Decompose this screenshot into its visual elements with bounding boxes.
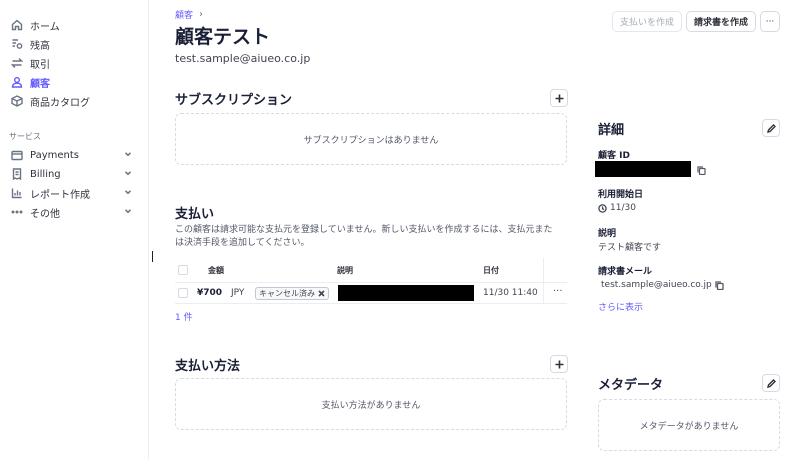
customer-email: test.sample@aiueo.co.jp: [175, 52, 311, 65]
balance-icon: [11, 38, 23, 50]
invoice-email-label: 請求書メール: [598, 267, 653, 277]
payment-amount: ¥700: [197, 288, 223, 298]
sidebar-item-label: 商品カタログ: [30, 97, 90, 109]
select-all-checkbox[interactable]: [178, 265, 188, 275]
create-payment-button[interactable]: 支払いを作成: [611, 11, 682, 32]
customer-id-label: 顧客 ID: [598, 151, 630, 161]
metadata-title: メタデータ: [598, 378, 664, 393]
payment-date: 11/30 11:40: [483, 288, 538, 298]
sidebar-item-billing[interactable]: Billing: [11, 165, 137, 183]
chart-icon: [11, 187, 23, 199]
edit-metadata-button[interactable]: [762, 374, 780, 392]
page-title: 顧客テスト: [175, 26, 271, 48]
sidebar-item-label: ホーム: [30, 21, 60, 33]
show-more-link[interactable]: さらに表示: [598, 300, 643, 313]
breadcrumb: 顧客 ›: [175, 8, 203, 21]
chevron-down-icon: [123, 206, 133, 216]
text-cursor: [152, 251, 153, 262]
breadcrumb-separator: ›: [199, 9, 204, 20]
transfer-icon: [11, 57, 23, 69]
add-subscription-button[interactable]: [550, 89, 568, 107]
pencil-icon: [766, 378, 776, 388]
add-payment-method-button[interactable]: [550, 355, 568, 373]
create-invoice-button[interactable]: 請求書を作成: [685, 11, 756, 32]
dots-icon: [11, 206, 23, 218]
row-checkbox[interactable]: [178, 288, 188, 298]
description-label: 説明: [598, 229, 617, 239]
subscriptions-empty: サブスクリプションはありません: [175, 113, 567, 165]
chevron-down-icon: [123, 187, 133, 197]
metadata-empty: メタデータがありません: [598, 399, 780, 451]
payment-methods-empty: 支払い方法がありません: [175, 378, 567, 430]
sidebar-item-home[interactable]: ホーム: [11, 16, 137, 34]
close-icon: [318, 290, 325, 297]
sidebar-item-customers[interactable]: 顧客: [11, 73, 137, 91]
home-icon: [11, 19, 23, 31]
sidebar: ホーム 残高 取引 顧客 商品カタログ サービス Payments Billin…: [0, 0, 149, 459]
redacted-description: [338, 285, 474, 301]
copy-icon[interactable]: [715, 280, 724, 290]
sidebar-section-label: サービス: [9, 132, 41, 141]
chevron-down-icon: [123, 149, 133, 159]
clock-icon: [598, 203, 607, 213]
details-title: 詳細: [598, 123, 625, 138]
status-badge-label: キャンセル済み: [259, 289, 315, 298]
payments-description: この顧客は請求可能な支払元を登録していません。新しい支払いを作成するには、支払元…: [175, 225, 553, 248]
plus-icon: [555, 360, 563, 368]
more-actions-button[interactable]: ···: [760, 11, 780, 32]
sidebar-item-payments[interactable]: Payments: [11, 146, 137, 164]
status-badge: キャンセル済み: [255, 287, 329, 300]
invoice-icon: [11, 168, 23, 180]
column-description: 説明: [337, 266, 353, 275]
payments-count[interactable]: 1 件: [175, 310, 193, 323]
wallet-icon: [11, 149, 23, 161]
sidebar-item-more[interactable]: その他: [11, 203, 137, 221]
since-value-row: 11/30: [598, 203, 636, 213]
box-icon: [11, 95, 23, 107]
sidebar-item-label: 残高: [30, 40, 50, 52]
payments-title: 支払い: [175, 207, 215, 222]
sidebar-item-balance[interactable]: 残高: [11, 35, 137, 53]
sidebar-item-label: 顧客: [30, 78, 50, 90]
breadcrumb-customers-link[interactable]: 顧客: [175, 8, 193, 21]
sidebar-item-label: 取引: [30, 59, 50, 71]
sidebar-item-transactions[interactable]: 取引: [11, 54, 137, 72]
header-actions: 支払いを作成 請求書を作成 ···: [611, 11, 780, 32]
column-amount: 金額: [208, 266, 224, 275]
column-date: 日付: [483, 266, 499, 275]
table-row[interactable]: ¥700 JPY キャンセル済み 11/30 11:40 ···: [175, 282, 567, 304]
since-value: 11/30: [610, 203, 636, 213]
payments-table-header: 金額 説明 日付: [175, 262, 567, 278]
copy-icon[interactable]: [697, 165, 706, 176]
payment-currency: JPY: [231, 288, 245, 298]
row-more-button[interactable]: ···: [553, 286, 563, 297]
payment-methods-title: 支払い方法: [175, 359, 241, 374]
sidebar-item-label: レポート作成: [30, 189, 90, 201]
sidebar-item-product-catalog[interactable]: 商品カタログ: [11, 92, 137, 110]
sidebar-item-label: その他: [30, 208, 60, 220]
sidebar-item-label: Billing: [30, 168, 61, 180]
edit-details-button[interactable]: [762, 119, 780, 137]
invoice-email-value: test.sample@aiueo.co.jp: [601, 280, 712, 290]
sidebar-item-label: Payments: [30, 149, 79, 161]
pencil-icon: [766, 123, 776, 133]
description-value: テスト顧客です: [598, 243, 662, 253]
plus-icon: [555, 94, 563, 102]
invoice-email-row: test.sample@aiueo.co.jp: [601, 280, 724, 290]
person-icon: [11, 76, 23, 88]
subscriptions-title: サブスクリプション: [175, 93, 293, 108]
chevron-down-icon: [123, 168, 133, 178]
sidebar-item-reports[interactable]: レポート作成: [11, 184, 137, 202]
redacted-customer-id: [595, 161, 691, 177]
since-label: 利用開始日: [598, 190, 644, 200]
